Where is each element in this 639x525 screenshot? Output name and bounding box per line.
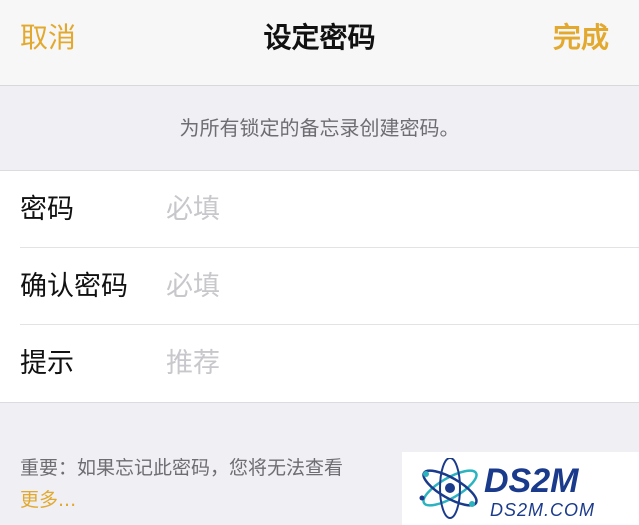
password-form: 密码 确认密码 提示 [0, 170, 639, 403]
confirm-password-input[interactable] [166, 266, 616, 306]
password-input[interactable] [166, 189, 616, 229]
hint-row: 提示 [20, 325, 639, 402]
watermark-brand: DS2M [484, 462, 579, 500]
hint-label: 提示 [20, 348, 74, 379]
hint-input[interactable] [166, 343, 616, 383]
done-button[interactable]: 完成 [553, 18, 609, 58]
confirm-password-label: 确认密码 [20, 271, 128, 302]
intro-text: 为所有锁定的备忘录创建密码。 [179, 116, 460, 140]
watermark-logo-icon: DS2M DS2M.COM [419, 458, 595, 520]
navigation-bar: 取消 设定密码 完成 [0, 0, 639, 86]
watermark-site: DS2M.COM [490, 500, 595, 520]
password-row: 密码 [20, 171, 639, 248]
confirm-password-row: 确认密码 [20, 248, 639, 325]
password-label: 密码 [20, 194, 74, 225]
watermark: DS2M DS2M.COM [402, 452, 639, 525]
page-title: 设定密码 [263, 21, 376, 54]
